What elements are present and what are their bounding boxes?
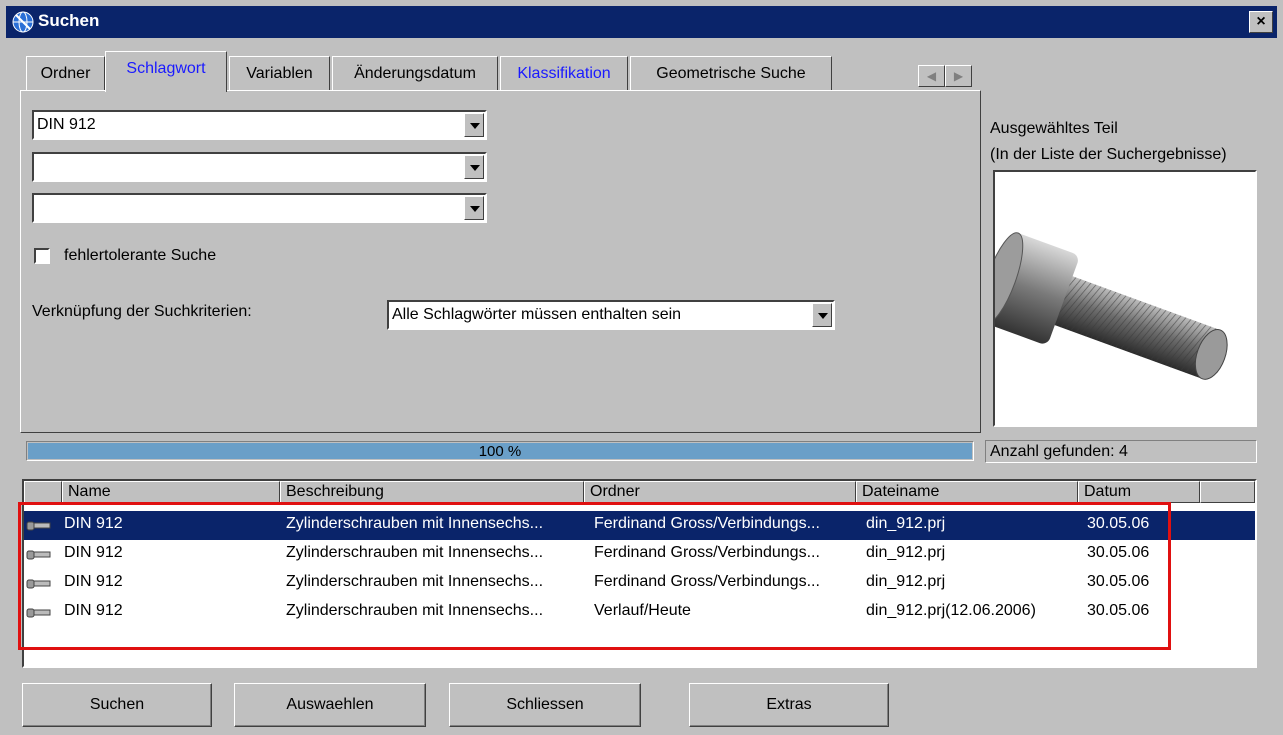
table-row[interactable]: DIN 912 Zylinderschrauben mit Innensechs… xyxy=(24,511,1255,540)
tab-aenderungsdatum[interactable]: Änderungsdatum xyxy=(332,56,498,91)
preview-label-1: Ausgewähltes Teil xyxy=(990,120,1118,137)
column-header-name[interactable]: Name xyxy=(62,481,280,503)
window-title: Suchen xyxy=(38,11,100,30)
screw-icon xyxy=(26,579,51,589)
preview-label-2: (In der Liste der Suchergebnisse) xyxy=(990,146,1227,163)
tab-klassifikation[interactable]: Klassifikation xyxy=(500,56,628,91)
cell-ordner: Ferdinand Gross/Verbindungs... xyxy=(594,515,820,532)
part-preview xyxy=(993,170,1257,427)
cell-datum: 30.05.06 xyxy=(1087,573,1150,590)
tab-geometrische-suche[interactable]: Geometrische Suche xyxy=(630,56,832,91)
table-row[interactable]: DIN 912 Zylinderschrauben mit Innensechs… xyxy=(24,598,1255,627)
close-button[interactable]: Schliessen xyxy=(449,683,641,727)
app-globe-icon xyxy=(12,11,34,33)
results-list[interactable]: Name Beschreibung Ordner Dateiname Datum… xyxy=(22,479,1257,668)
cell-ordner: Ferdinand Gross/Verbindungs... xyxy=(594,544,820,561)
column-header-beschreibung[interactable]: Beschreibung xyxy=(280,481,584,503)
close-icon: × xyxy=(1256,13,1266,30)
tab-schlagwort[interactable]: Schlagwort xyxy=(105,51,227,92)
cell-datum: 30.05.06 xyxy=(1087,544,1150,561)
screw-icon xyxy=(26,550,51,560)
link-criteria-value: Alle Schlagwörter müssen enthalten sein xyxy=(392,306,682,323)
select-button[interactable]: Auswaehlen xyxy=(234,683,426,727)
cell-name: DIN 912 xyxy=(64,515,123,532)
screw-icon xyxy=(26,608,51,618)
column-header-ordner[interactable]: Ordner xyxy=(584,481,856,503)
cell-datum: 30.05.06 xyxy=(1087,602,1150,619)
link-criteria-label: Verknüpfung der Suchkriterien: xyxy=(32,303,252,320)
cell-dateiname: din_912.prj xyxy=(866,515,946,532)
column-header-filler xyxy=(1200,481,1255,503)
result-count: Anzahl gefunden: 4 xyxy=(985,440,1257,463)
cell-beschreibung: Zylinderschrauben mit Innensechs... xyxy=(286,544,544,561)
cell-beschreibung: Zylinderschrauben mit Innensechs... xyxy=(286,573,544,590)
cell-ordner: Ferdinand Gross/Verbindungs... xyxy=(594,573,820,590)
chevron-down-icon[interactable] xyxy=(464,196,484,220)
keyword-combo-1[interactable]: DIN 912 xyxy=(32,110,487,140)
cell-beschreibung: Zylinderschrauben mit Innensechs... xyxy=(286,515,544,532)
cell-dateiname: din_912.prj xyxy=(866,544,946,561)
keyword-combo-3[interactable] xyxy=(32,193,487,223)
title-bar[interactable]: Suchen × xyxy=(6,6,1277,38)
keyword-value-1: DIN 912 xyxy=(37,116,96,133)
screw-preview-image xyxy=(995,232,1228,380)
cell-name: DIN 912 xyxy=(64,544,123,561)
tab-scroll-right-icon[interactable]: ▶ xyxy=(945,65,972,87)
chevron-down-icon[interactable] xyxy=(464,113,484,137)
cell-name: DIN 912 xyxy=(64,573,123,590)
chevron-down-icon[interactable] xyxy=(464,155,484,179)
extras-button[interactable]: Extras xyxy=(689,683,889,727)
column-header-dateiname[interactable]: Dateiname xyxy=(856,481,1078,503)
column-header-icon[interactable] xyxy=(24,481,62,503)
cell-ordner: Verlauf/Heute xyxy=(594,602,691,619)
tab-variablen[interactable]: Variablen xyxy=(229,56,330,91)
search-dialog: Suchen × Ordner Schlagwort Variablen Änd… xyxy=(0,0,1283,735)
keyword-combo-2[interactable] xyxy=(32,152,487,182)
tab-ordner[interactable]: Ordner xyxy=(26,56,105,91)
link-criteria-combo[interactable]: Alle Schlagwörter müssen enthalten sein xyxy=(387,300,835,330)
cell-datum: 30.05.06 xyxy=(1087,515,1150,532)
column-header-datum[interactable]: Datum xyxy=(1078,481,1200,503)
search-button[interactable]: Suchen xyxy=(22,683,212,727)
table-row[interactable]: DIN 912 Zylinderschrauben mit Innensechs… xyxy=(24,540,1255,569)
tab-scroll-left-icon[interactable]: ◀ xyxy=(918,65,945,87)
chevron-down-icon[interactable] xyxy=(812,303,832,327)
screw-icon xyxy=(26,521,51,531)
fuzzy-search-checkbox[interactable] xyxy=(34,248,50,264)
search-progress-bar: 100 % xyxy=(26,441,974,461)
fuzzy-search-label: fehlertolerante Suche xyxy=(64,247,217,264)
tab-scroll-arrows: ◀ ▶ xyxy=(918,65,972,87)
cell-dateiname: din_912.prj xyxy=(866,573,946,590)
cell-name: DIN 912 xyxy=(64,602,123,619)
cell-beschreibung: Zylinderschrauben mit Innensechs... xyxy=(286,602,544,619)
progress-text: 100 % xyxy=(478,443,522,460)
table-row[interactable]: DIN 912 Zylinderschrauben mit Innensechs… xyxy=(24,569,1255,598)
cell-dateiname: din_912.prj(12.06.2006) xyxy=(866,602,1036,619)
close-window-button[interactable]: × xyxy=(1249,11,1273,33)
